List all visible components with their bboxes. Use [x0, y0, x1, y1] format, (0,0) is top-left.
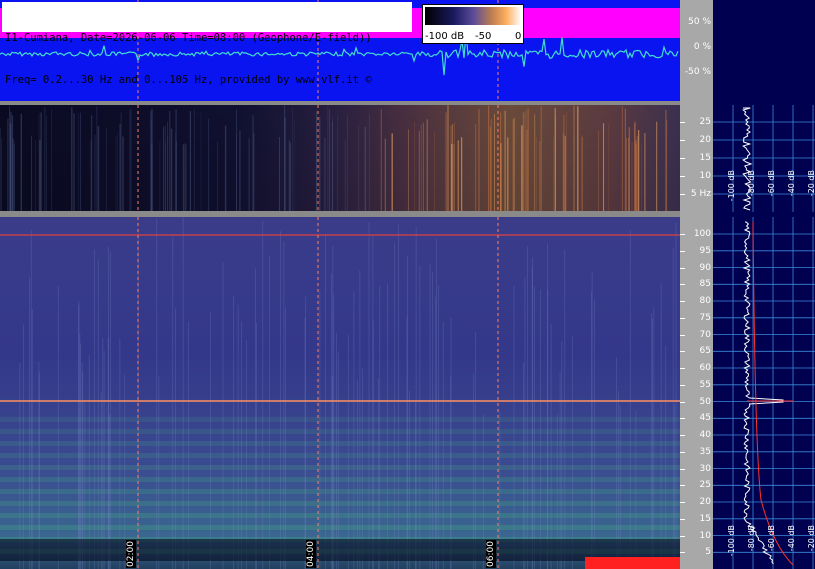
main-axis-label: 35	[699, 446, 711, 457]
main-spectrogram	[0, 217, 680, 569]
main-axis-label: 40	[699, 430, 711, 440]
colorbar-legend: -100 dB -50 0	[422, 4, 524, 44]
harmonic-band	[0, 465, 680, 470]
main-axis-label: 55	[699, 379, 711, 390]
spectrum-profile-panel: -100 dB -80 dB -60 dB -40 dB -20 dB -100 dB -…	[713, 0, 815, 569]
main-axis-tick	[680, 317, 685, 319]
spectrum-axis-bottom-label: -80 dB	[747, 525, 756, 552]
main-axis-label: 45	[699, 413, 711, 424]
spectrum-axis-top-label: -100 dB	[727, 170, 736, 202]
harmonic-band	[0, 453, 680, 458]
main-spectrogram-plot	[0, 217, 680, 569]
spectrogram-header: I1-Cumiana, Date=2026-06-06 Time=08:00 (…	[2, 2, 412, 86]
spectrum-axis-bottom-label: -20 dB	[807, 525, 815, 552]
main-axis-tick	[680, 368, 685, 369]
harmonic-band	[0, 477, 680, 482]
main-axis-label: 95	[699, 245, 711, 256]
low-axis-label: 25	[699, 117, 711, 127]
main-axis-tick	[680, 552, 685, 554]
low-axis-label: 5 Hz	[690, 189, 711, 199]
main-axis-tick	[680, 301, 685, 302]
bottom-dark-band	[0, 539, 680, 561]
main-axis-tick	[680, 284, 685, 286]
main-axis-label: 90	[699, 262, 711, 273]
main-axis-tick	[680, 435, 685, 436]
main-axis-tick	[680, 234, 685, 235]
spectrum-axis-bottom-label: -60 dB	[767, 525, 776, 552]
time-label-0400: 04:00	[306, 540, 316, 568]
main-axis-label: 65	[699, 346, 711, 357]
colorbar-tick-min: -100 dB	[425, 31, 465, 42]
header-line-2: Freq= 0.2...30 Hz and 0...105 Hz, provid…	[5, 74, 372, 86]
main-axis-tick	[680, 418, 685, 420]
main-axis-label: 100	[693, 229, 711, 239]
waveform-axis-50: 50 %	[688, 17, 711, 27]
colorbar-gradient	[425, 7, 521, 25]
colorbar-tick-mid: -50	[475, 31, 492, 42]
main-axis-tick	[680, 502, 685, 503]
low-frequency-red-patch	[585, 557, 680, 569]
time-label-0200: 02:00	[126, 540, 136, 568]
main-axis-label: 80	[699, 296, 711, 306]
spectrum-axis-top-label: -40 dB	[787, 170, 796, 197]
main-axis-label: 20	[699, 497, 711, 507]
spectrum-axis-top-label: -80 dB	[747, 170, 756, 197]
main-axis-label: 5	[705, 547, 711, 558]
low-axis-tick	[680, 140, 685, 141]
harmonic-band	[0, 489, 680, 494]
header-line-1: I1-Cumiana, Date=2026-06-06 Time=08:00 (…	[5, 32, 372, 44]
low-frequency-spectrogram	[0, 105, 680, 211]
harmonic-band	[0, 525, 680, 530]
main-axis-label: 70	[699, 329, 711, 340]
harmonic-band	[0, 417, 680, 422]
main-axis-label: 25	[699, 480, 711, 491]
low-axis-tick	[680, 194, 685, 195]
main-axis-tick	[680, 267, 685, 269]
main-axis-tick	[680, 451, 685, 453]
low-axis-label: 10	[699, 171, 711, 181]
waveform-axis-0: 0 %	[693, 42, 711, 52]
main-axis-tick	[680, 250, 685, 252]
harmonic-band	[0, 441, 680, 446]
frequency-axis: 50 % 0 % -50 % 25 20 15 10 5 Hz 100 95 90 85 80 7…	[680, 0, 713, 569]
spectrum-axis-bottom-label: -40 dB	[787, 525, 796, 552]
colorbar-tick-max: 0	[515, 31, 522, 42]
harmonic-band	[0, 513, 680, 518]
harmonic-band	[0, 429, 680, 434]
spectrum-profile-plot	[713, 105, 815, 569]
main-axis-label: 75	[699, 312, 711, 323]
main-axis-tick	[680, 518, 685, 520]
low-axis-label: 20	[699, 135, 711, 145]
main-axis-label: 85	[699, 279, 711, 290]
main-axis-label: 60	[699, 363, 711, 373]
main-axis-tick	[680, 485, 685, 487]
main-axis-label: 10	[699, 530, 711, 541]
low-axis-tick	[680, 158, 685, 159]
spectrum-axis-bottom-label: -100 dB	[727, 525, 736, 557]
main-axis-tick	[680, 468, 685, 470]
low-axis-tick	[680, 122, 685, 123]
main-axis-label: 50	[699, 396, 711, 407]
main-axis-tick	[680, 384, 685, 386]
main-axis-label: 30	[699, 463, 711, 474]
harmonic-band	[0, 501, 680, 506]
low-axis-tick	[680, 176, 685, 177]
low-axis-label: 15	[699, 153, 711, 163]
main-spectrum-trace	[742, 221, 784, 565]
spectrum-axis-top-label: -20 dB	[807, 170, 815, 197]
main-axis-tick	[680, 351, 685, 353]
time-label-0600: 06:00	[486, 540, 496, 568]
spectrum-axis-top-label: -60 dB	[767, 170, 776, 197]
main-axis-tick	[680, 535, 685, 537]
main-axis-tick	[680, 401, 685, 403]
main-axis-label: 15	[699, 513, 711, 524]
waveform-axis-minus50: -50 %	[684, 67, 711, 77]
main-axis-tick	[680, 334, 685, 336]
low-frequency-spectrogram-plot	[0, 105, 668, 211]
